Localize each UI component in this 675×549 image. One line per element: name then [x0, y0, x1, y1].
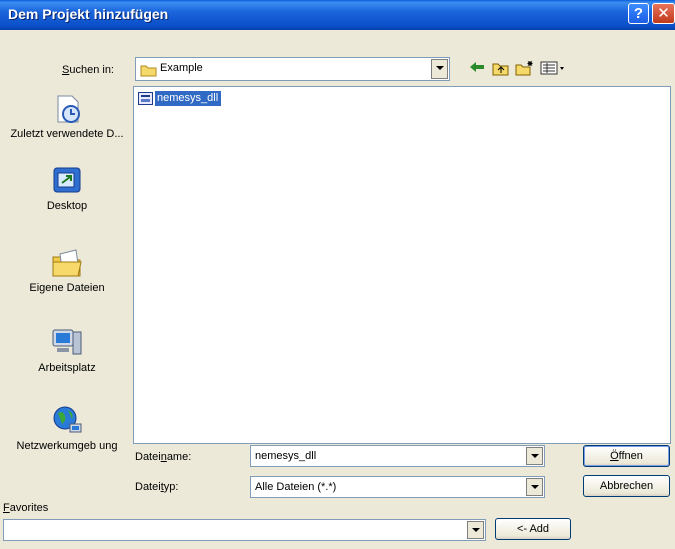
- title-bar: Dem Projekt hinzufügen ? ✕: [0, 0, 675, 30]
- network-places-icon: [50, 404, 84, 438]
- recent-documents-icon: [50, 92, 84, 126]
- window-title: Dem Projekt hinzufügen: [8, 6, 169, 22]
- place-my-computer[interactable]: Arbeitsplatz: [5, 326, 129, 375]
- chevron-down-icon[interactable]: [526, 478, 543, 496]
- help-button[interactable]: ?: [628, 3, 649, 24]
- favorites-dropdown[interactable]: [3, 519, 486, 541]
- file-list[interactable]: nemesys_dll: [133, 86, 671, 444]
- close-button[interactable]: ✕: [652, 3, 675, 24]
- chevron-down-icon[interactable]: [431, 59, 448, 79]
- file-icon: [138, 92, 153, 105]
- place-recent[interactable]: Zuletzt verwendete D...: [5, 92, 129, 141]
- new-folder-icon[interactable]: [514, 60, 536, 80]
- open-button[interactable]: Öffnen: [583, 445, 670, 467]
- my-computer-icon: [50, 326, 84, 360]
- folder-icon: [140, 65, 157, 77]
- up-folder-icon[interactable]: [490, 60, 512, 80]
- filename-label: Dateiname:: [135, 451, 192, 463]
- cancel-button[interactable]: Abbrechen: [583, 475, 670, 497]
- favorites-label: Favorites: [3, 502, 49, 514]
- my-documents-icon: [50, 246, 84, 280]
- view-menu-icon[interactable]: [540, 60, 566, 80]
- desktop-icon: [50, 164, 84, 198]
- filetype-dropdown[interactable]: Alle Dateien (*.*): [250, 476, 545, 498]
- places-bar: Zuletzt verwendete D... Desktop Eigene D…: [5, 86, 129, 496]
- place-network[interactable]: Netzwerkumgeb ung: [5, 404, 129, 453]
- filename-input[interactable]: nemesys_dll: [250, 445, 545, 467]
- lookin-value: Example: [160, 62, 203, 74]
- chevron-down-icon[interactable]: [467, 521, 484, 539]
- filetype-label: Dateityp:: [135, 481, 179, 493]
- lookin-dropdown[interactable]: Example: [135, 57, 450, 81]
- back-arrow-icon[interactable]: [466, 60, 488, 80]
- chevron-down-icon[interactable]: [526, 447, 543, 465]
- place-my-documents[interactable]: Eigene Dateien: [5, 246, 129, 295]
- lookin-label: Suchen in:: [62, 64, 114, 76]
- add-favorite-button[interactable]: <- Add: [495, 518, 571, 540]
- place-desktop[interactable]: Desktop: [5, 164, 129, 213]
